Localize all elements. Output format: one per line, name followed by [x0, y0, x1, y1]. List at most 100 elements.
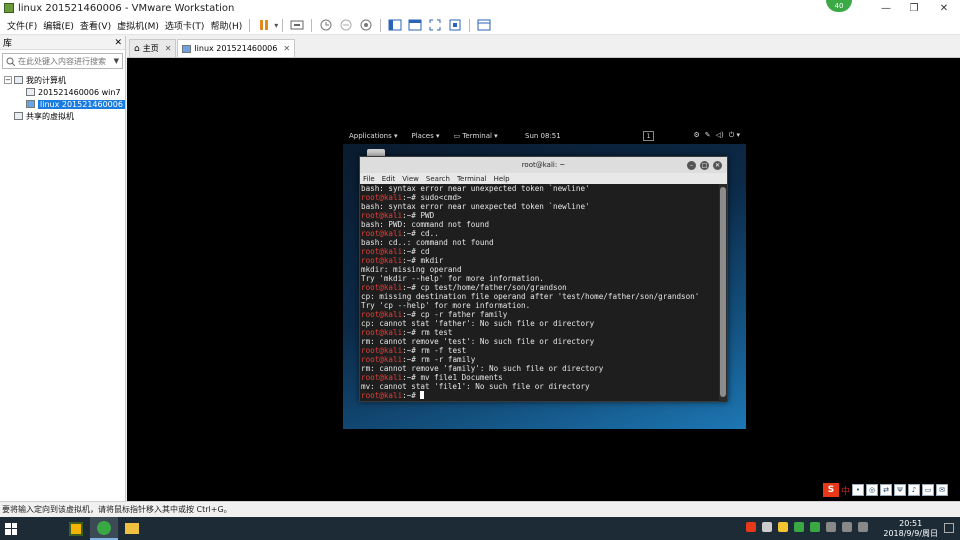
menu-vm[interactable]: 虚拟机(M) — [114, 19, 162, 32]
wechat-tray-icon[interactable] — [810, 522, 820, 532]
search-dropdown-icon[interactable]: ▼ — [114, 57, 119, 65]
network-adapter-icon[interactable]: ⇄ — [880, 484, 892, 496]
prompt-suffix: :~# — [402, 247, 421, 256]
network-tray-icon[interactable] — [826, 522, 836, 532]
tree-item-win7[interactable]: 201521460006 win7 — [4, 86, 125, 98]
library-close-icon[interactable]: ✕ — [114, 38, 122, 48]
toolbar-separator — [469, 18, 471, 32]
menu-edit[interactable]: 编辑(E) — [40, 19, 77, 32]
notification-badge[interactable]: 40 — [826, 0, 852, 12]
volume-tray-icon[interactable] — [842, 522, 852, 532]
terminal-menu-terminal[interactable]: Terminal — [457, 175, 487, 183]
prompt-user: root@kali — [361, 247, 403, 256]
minimize-icon[interactable]: – — [687, 161, 696, 170]
status-text: 要将输入定向到该虚拟机，请将鼠标指针移入其中或按 Ctrl+G。 — [2, 505, 232, 514]
menu-view[interactable]: 查看(V) — [77, 19, 114, 32]
terminal-menu-search[interactable]: Search — [426, 175, 450, 183]
library-panel: 库 ✕ ▼ − 我的计算机 201521460006 win7 linux 20… — [0, 36, 126, 501]
pause-button[interactable] — [256, 17, 272, 33]
send-ctrl-alt-del-button[interactable] — [289, 17, 305, 33]
sogou-ime-icon[interactable]: S — [822, 483, 839, 497]
terminal-output-line: rm: cannot remove 'family': No such file… — [361, 364, 604, 373]
tab-close-icon[interactable]: ✕ — [283, 44, 290, 53]
close-icon[interactable]: ✕ — [713, 161, 722, 170]
console-view-button[interactable] — [407, 17, 423, 33]
terminal-menu-file[interactable]: File — [363, 175, 375, 183]
system-clock[interactable]: 20:51 2018/9/9/周日 — [883, 519, 938, 539]
sound-icon[interactable]: ♪ — [908, 484, 920, 496]
display-icon[interactable]: ▭ — [922, 484, 934, 496]
tree-my-computer[interactable]: − 我的计算机 — [4, 74, 125, 86]
places-menu[interactable]: Places ▾ — [412, 132, 440, 140]
terminal-output[interactable]: bash: syntax error near unexpected token… — [360, 184, 721, 402]
hdd-icon[interactable]: • — [852, 484, 864, 496]
menu-tabs[interactable]: 选项卡(T) — [162, 19, 208, 32]
vm-icon — [26, 88, 35, 96]
usb-icon[interactable]: Ψ — [894, 484, 906, 496]
terminal-titlebar[interactable]: root@kali: ~ – □ ✕ — [360, 157, 727, 173]
unity-button[interactable] — [447, 17, 463, 33]
message-icon[interactable]: ✉ — [936, 484, 948, 496]
revert-snapshot-button[interactable] — [338, 17, 354, 33]
volume-icon: ◁) — [715, 131, 724, 139]
tab-home[interactable]: ⌂ 主页 ✕ — [129, 39, 177, 57]
close-button[interactable]: ✕ — [930, 0, 958, 16]
menu-bar: 文件(F) 编辑(E) 查看(V) 虚拟机(M) 选项卡(T) 帮助(H) ▾ — [0, 16, 960, 35]
show-library-button[interactable] — [387, 17, 403, 33]
prompt-suffix: :~# — [402, 283, 421, 292]
minimize-button[interactable]: — — [872, 0, 900, 16]
terminal-line: root@kali:~# mkdir — [361, 256, 721, 265]
kali-desktop[interactable]: Applications ▾ Places ▾ ▭ Terminal ▾ Sun… — [343, 127, 746, 429]
pause-dropdown-icon[interactable]: ▾ — [274, 21, 278, 30]
tab-linux-vm[interactable]: linux 201521460006 ✕ — [177, 39, 296, 57]
sogou-tray-icon[interactable] — [746, 522, 756, 532]
prompt-user: root@kali — [361, 310, 403, 319]
terminal-line: root@kali:~# cd — [361, 247, 721, 256]
terminal-window[interactable]: root@kali: ~ – □ ✕ File Edit View Search… — [359, 156, 728, 402]
tab-close-icon[interactable]: ✕ — [165, 44, 172, 53]
tree-shared-vms[interactable]: 共享的虚拟机 — [4, 110, 125, 122]
applications-menu[interactable]: Applications ▾ — [349, 132, 398, 140]
cdrom-icon[interactable]: ◎ — [866, 484, 878, 496]
terminal-output-line: Try 'cp --help' for more information. — [361, 301, 531, 310]
restore-button[interactable]: ❐ — [900, 0, 928, 16]
terminal-app-menu[interactable]: ▭ Terminal ▾ — [454, 132, 498, 140]
prompt-user: root@kali — [361, 193, 403, 202]
people-tray-icon[interactable] — [762, 522, 772, 532]
scroll-thumb[interactable] — [720, 187, 726, 397]
system-tray[interactable]: ⚙ ✎ ◁) ⏻ ▾ — [693, 131, 740, 140]
terminal-app-label: Terminal ▾ — [462, 131, 498, 140]
ime-mode[interactable]: 中 — [841, 484, 850, 497]
terminal-scrollbar[interactable] — [719, 184, 727, 402]
terminal-menu-help[interactable]: Help — [494, 175, 510, 183]
taskbar-explorer[interactable] — [118, 517, 146, 540]
search-input[interactable] — [18, 56, 106, 66]
ime-tray-icon[interactable] — [858, 522, 868, 532]
taskbar-browser[interactable] — [90, 517, 118, 540]
app-tray-icon[interactable] — [794, 522, 804, 532]
terminal-menu-view[interactable]: View — [402, 175, 419, 183]
prompt-user: root@kali — [361, 229, 403, 238]
prompt-suffix: :~# — [402, 211, 421, 220]
notifications-icon[interactable] — [944, 523, 954, 533]
menu-file[interactable]: 文件(F) — [4, 19, 40, 32]
terminal-menu-edit[interactable]: Edit — [382, 175, 396, 183]
full-screen-button[interactable] — [427, 17, 443, 33]
snapshot-button[interactable] — [318, 17, 334, 33]
panel-clock[interactable]: Sun 08:51 — [525, 132, 561, 140]
workspace-indicator[interactable]: 1 — [643, 130, 654, 141]
taskbar-vmware[interactable] — [62, 517, 90, 540]
snapshot-manager-button[interactable] — [358, 17, 374, 33]
shared-vm-icon — [14, 112, 23, 120]
security-tray-icon[interactable] — [778, 522, 788, 532]
command-text: mkdir — [420, 256, 444, 265]
start-button[interactable] — [0, 517, 22, 540]
tree-item-linux[interactable]: linux 201521460006 — [4, 98, 125, 110]
collapse-icon[interactable]: − — [4, 76, 12, 84]
menu-help[interactable]: 帮助(H) — [207, 19, 245, 32]
maximize-icon[interactable]: □ — [700, 161, 709, 170]
prompt-user: root@kali — [361, 373, 403, 382]
toolbar-separator — [282, 18, 284, 32]
vm-console[interactable]: Applications ▾ Places ▾ ▭ Terminal ▾ Sun… — [127, 58, 960, 501]
stretch-guest-button[interactable] — [476, 17, 492, 33]
